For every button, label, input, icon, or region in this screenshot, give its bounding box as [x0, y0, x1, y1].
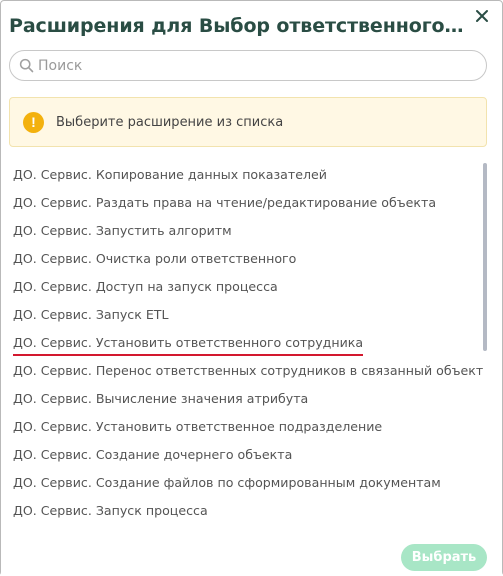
list-item-label: ДО. Сервис. Запуск ETL	[13, 307, 169, 322]
list-item[interactable]: ДО. Сервис. Запустить алгоритм	[1, 217, 491, 245]
list-item[interactable]: ДО. Сервис. Вычисление значения атрибута	[1, 385, 491, 413]
list-item[interactable]: ДО. Сервис. Раздать права на чтение/реда…	[1, 189, 491, 217]
extensions-list: ДО. Сервис. Копирование данных показател…	[1, 161, 491, 525]
list-scrollbar[interactable]	[483, 163, 487, 351]
list-item[interactable]: ДО. Сервис. Доступ на запуск процесса	[1, 273, 491, 301]
extensions-list-container[interactable]: ДО. Сервис. Копирование данных показател…	[1, 161, 491, 531]
list-item[interactable]: ДО. Сервис. Перенос ответственных сотруд…	[1, 357, 491, 385]
list-item[interactable]: ДО. Сервис. Копирование данных показател…	[1, 161, 491, 189]
list-item-label: ДО. Сервис. Запуск процесса	[13, 503, 208, 518]
list-item[interactable]: ДО. Сервис. Очистка роли ответственного	[1, 245, 491, 273]
list-item-label: ДО. Сервис. Доступ на запуск процесса	[13, 279, 278, 294]
list-item[interactable]: ДО. Сервис. Запуск процесса	[1, 497, 491, 525]
list-item-label: ДО. Сервис. Перенос ответственных сотруд…	[13, 363, 484, 378]
search-icon	[10, 51, 36, 80]
extensions-dialog: Расширения для Выбор ответственного сотр…	[0, 0, 503, 576]
close-button[interactable]	[471, 5, 493, 27]
list-item-label: ДО. Сервис. Установить ответственное под…	[13, 419, 383, 434]
list-item[interactable]: ДО. Сервис. Установить ответственного со…	[1, 329, 491, 357]
notice-text: Выберите расширение из списка	[56, 114, 284, 130]
list-item[interactable]: ДО. Сервис. Создание дочернего объекта	[1, 441, 491, 469]
select-button[interactable]: Выбрать	[401, 544, 487, 571]
list-item-label: ДО. Сервис. Раздать права на чтение/реда…	[13, 195, 437, 210]
list-item[interactable]: ДО. Сервис. Установить ответственное под…	[1, 413, 491, 441]
warning-icon: !	[23, 111, 44, 133]
dialog-title: Расширения для Выбор ответственного сотр…	[9, 15, 469, 37]
search-input[interactable]	[36, 51, 486, 80]
list-item-label: ДО. Сервис. Создание дочернего объекта	[13, 447, 293, 462]
list-item-label: ДО. Сервис. Копирование данных показател…	[13, 167, 327, 182]
search-box[interactable]	[9, 50, 487, 81]
list-item[interactable]: ДО. Сервис. Создание файлов по сформиров…	[1, 469, 491, 497]
close-icon[interactable]	[475, 9, 489, 23]
list-item-label: ДО. Сервис. Вычисление значения атрибута	[13, 391, 309, 406]
info-notice: ! Выберите расширение из списка	[9, 97, 487, 147]
list-item-label: ДО. Сервис. Установить ответственного со…	[13, 335, 364, 356]
list-item-label: ДО. Сервис. Создание файлов по сформиров…	[13, 475, 441, 490]
list-item-label: ДО. Сервис. Запустить алгоритм	[13, 223, 232, 238]
list-item[interactable]: ДО. Сервис. Запуск ETL	[1, 301, 491, 329]
list-item-label: ДО. Сервис. Очистка роли ответственного	[13, 251, 297, 266]
